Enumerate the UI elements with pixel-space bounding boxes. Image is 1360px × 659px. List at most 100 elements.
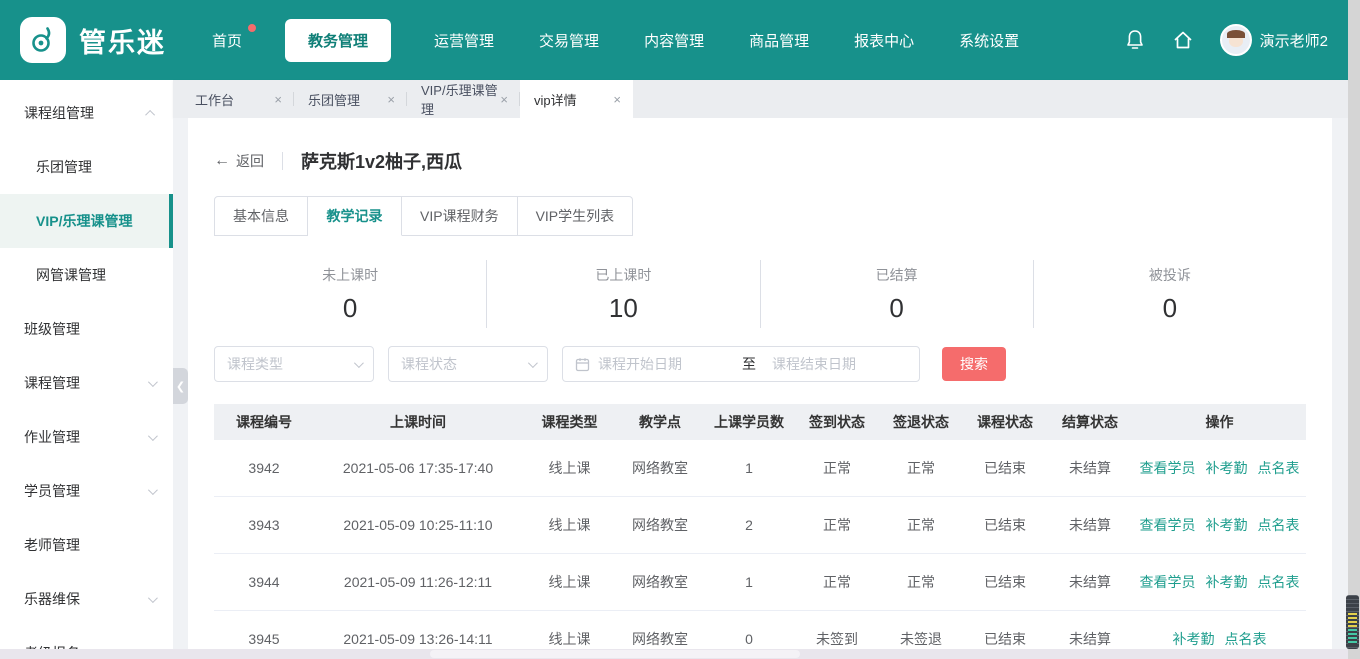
table-header-row: 课程编号上课时间课程类型教学点上课学员数签到状态签退状态课程状态结算状态操作 xyxy=(214,404,1306,440)
close-icon[interactable]: × xyxy=(274,93,282,106)
cell: 已结束 xyxy=(963,572,1047,592)
stat-已结算: 已结算0 xyxy=(760,260,1033,328)
end-date-input[interactable] xyxy=(772,356,900,372)
column-header-教学点: 教学点 xyxy=(617,412,703,432)
course-status-input[interactable] xyxy=(401,356,511,372)
action-link-点名表[interactable]: 点名表 xyxy=(1258,572,1300,592)
sidebar-item-老师管理[interactable]: 老师管理 xyxy=(0,518,173,572)
close-icon[interactable]: × xyxy=(500,93,508,106)
chevron-down-icon xyxy=(148,377,158,387)
vertical-scrollbar[interactable] xyxy=(1348,0,1360,659)
sidebar-item-VIP/乐理课管理[interactable]: VIP/乐理课管理 xyxy=(0,194,173,248)
title-divider xyxy=(282,152,283,170)
sidebar-item-乐器维保[interactable]: 乐器维保 xyxy=(0,572,173,626)
nav-item-内容管理[interactable]: 内容管理 xyxy=(642,20,706,61)
stats-row: 未上课时0已上课时10已结算0被投诉0 xyxy=(214,260,1306,328)
horizontal-scrollbar[interactable] xyxy=(0,649,1348,659)
home-icon[interactable] xyxy=(1172,29,1194,51)
tab-基本信息[interactable]: 基本信息 xyxy=(214,196,308,236)
date-range-picker[interactable]: 至 xyxy=(562,346,920,382)
sidebar-item-label: 作业管理 xyxy=(24,427,80,447)
column-header-上课时间: 上课时间 xyxy=(314,412,522,432)
chevron-down-icon xyxy=(148,593,158,603)
cell: 正常 xyxy=(879,515,963,535)
close-icon[interactable]: × xyxy=(613,93,621,106)
tab-VIP学生列表[interactable]: VIP学生列表 xyxy=(518,196,634,236)
cell: 网络教室 xyxy=(617,458,703,478)
close-icon[interactable]: × xyxy=(387,93,395,106)
back-button[interactable]: ← 返回 xyxy=(214,151,264,171)
cell: 线上课 xyxy=(522,458,617,478)
sidebar-item-label: 乐团管理 xyxy=(36,157,92,177)
nav-item-交易管理[interactable]: 交易管理 xyxy=(537,20,601,61)
sidebar-item-label: 课程组管理 xyxy=(24,103,94,123)
action-link-点名表[interactable]: 点名表 xyxy=(1258,515,1300,535)
open-tab-label: 工作台 xyxy=(195,90,234,109)
nav-item-首页[interactable]: 首页 xyxy=(210,20,244,61)
cell: 2021-05-09 11:26-12:11 xyxy=(314,574,522,590)
course-type-select[interactable] xyxy=(214,346,374,382)
action-link-点名表[interactable]: 点名表 xyxy=(1258,458,1300,478)
action-link-补考勤[interactable]: 补考勤 xyxy=(1206,458,1248,478)
action-link-补考勤[interactable]: 补考勤 xyxy=(1206,515,1248,535)
cell: 已结束 xyxy=(963,458,1047,478)
nav-item-商品管理[interactable]: 商品管理 xyxy=(747,20,811,61)
course-type-input[interactable] xyxy=(227,356,337,372)
column-header-签到状态: 签到状态 xyxy=(795,412,879,432)
cell: 未结算 xyxy=(1047,572,1133,592)
sidebar-collapse-handle[interactable]: ❮ xyxy=(173,368,188,404)
action-link-补考勤[interactable]: 补考勤 xyxy=(1173,629,1215,649)
sidebar-item-作业管理[interactable]: 作业管理 xyxy=(0,410,173,464)
open-tab-VIP/乐理课管理[interactable]: VIP/乐理课管理× xyxy=(407,80,520,118)
cell: 1 xyxy=(703,460,795,476)
detail-card: ← 返回 萨克斯1v2柚子,西瓜 基本信息教学记录VIP课程财务VIP学生列表 … xyxy=(188,118,1332,659)
stat-value: 0 xyxy=(889,293,903,324)
start-date-input[interactable] xyxy=(598,356,726,372)
sidebar-item-学员管理[interactable]: 学员管理 xyxy=(0,464,173,518)
open-tab-vip详情[interactable]: vip详情× xyxy=(520,80,633,118)
action-link-补考勤[interactable]: 补考勤 xyxy=(1206,572,1248,592)
cell: 正常 xyxy=(879,572,963,592)
sidebar-item-课程管理[interactable]: 课程管理 xyxy=(0,356,173,410)
cell: 3942 xyxy=(214,460,314,476)
top-navbar: 管乐迷 首页教务管理运营管理交易管理内容管理商品管理报表中心系统设置 演示老师2 xyxy=(0,0,1348,80)
sidebar-item-考级报名[interactable]: 考级报名 xyxy=(0,626,173,649)
action-link-查看学员[interactable]: 查看学员 xyxy=(1140,572,1196,592)
table-row: 39422021-05-06 17:35-17:40线上课网络教室1正常正常已结… xyxy=(214,440,1306,497)
tab-教学记录[interactable]: 教学记录 xyxy=(308,196,402,236)
nav-item-系统设置[interactable]: 系统设置 xyxy=(957,20,1021,61)
cell: 正常 xyxy=(879,458,963,478)
bell-icon[interactable] xyxy=(1124,29,1146,51)
nav-item-报表中心[interactable]: 报表中心 xyxy=(852,20,916,61)
sidebar-item-课程组管理[interactable]: 课程组管理 xyxy=(0,86,173,140)
content-area: ← 返回 萨克斯1v2柚子,西瓜 基本信息教学记录VIP课程财务VIP学生列表 … xyxy=(173,118,1348,659)
nav-item-教务管理[interactable]: 教务管理 xyxy=(285,19,391,62)
action-link-查看学员[interactable]: 查看学员 xyxy=(1140,515,1196,535)
open-tab-工作台[interactable]: 工作台 × xyxy=(181,80,294,118)
open-tab-乐团管理[interactable]: 乐团管理× xyxy=(294,80,407,118)
action-link-查看学员[interactable]: 查看学员 xyxy=(1140,458,1196,478)
nav-item-运营管理[interactable]: 运营管理 xyxy=(432,20,496,61)
tab-VIP课程财务[interactable]: VIP课程财务 xyxy=(402,196,518,236)
cell: 网络教室 xyxy=(617,572,703,592)
sidebar-item-label: 网管课管理 xyxy=(36,265,106,285)
chevron-down-icon xyxy=(354,358,364,368)
user-menu[interactable]: 演示老师2 xyxy=(1220,24,1328,56)
cell: 2 xyxy=(703,517,795,533)
cell: 正常 xyxy=(795,458,879,478)
sidebar-item-乐团管理[interactable]: 乐团管理 xyxy=(0,140,173,194)
action-link-点名表[interactable]: 点名表 xyxy=(1225,629,1267,649)
sidebar-item-网管课管理[interactable]: 网管课管理 xyxy=(0,248,173,302)
search-button[interactable]: 搜索 xyxy=(942,347,1006,381)
cell: 正常 xyxy=(795,572,879,592)
sidebar-item-label: VIP/乐理课管理 xyxy=(36,211,132,231)
brand-name: 管乐迷 xyxy=(79,21,166,60)
page-title: 萨克斯1v2柚子,西瓜 xyxy=(301,148,462,174)
course-status-select[interactable] xyxy=(388,346,548,382)
horizontal-scrollbar-thumb[interactable] xyxy=(430,650,800,658)
stat-value: 0 xyxy=(1163,293,1177,324)
sidebar-item-label: 乐器维保 xyxy=(24,589,80,609)
brand-logo[interactable] xyxy=(20,17,66,63)
cell: 已结束 xyxy=(963,629,1047,649)
sidebar-item-班级管理[interactable]: 班级管理 xyxy=(0,302,173,356)
